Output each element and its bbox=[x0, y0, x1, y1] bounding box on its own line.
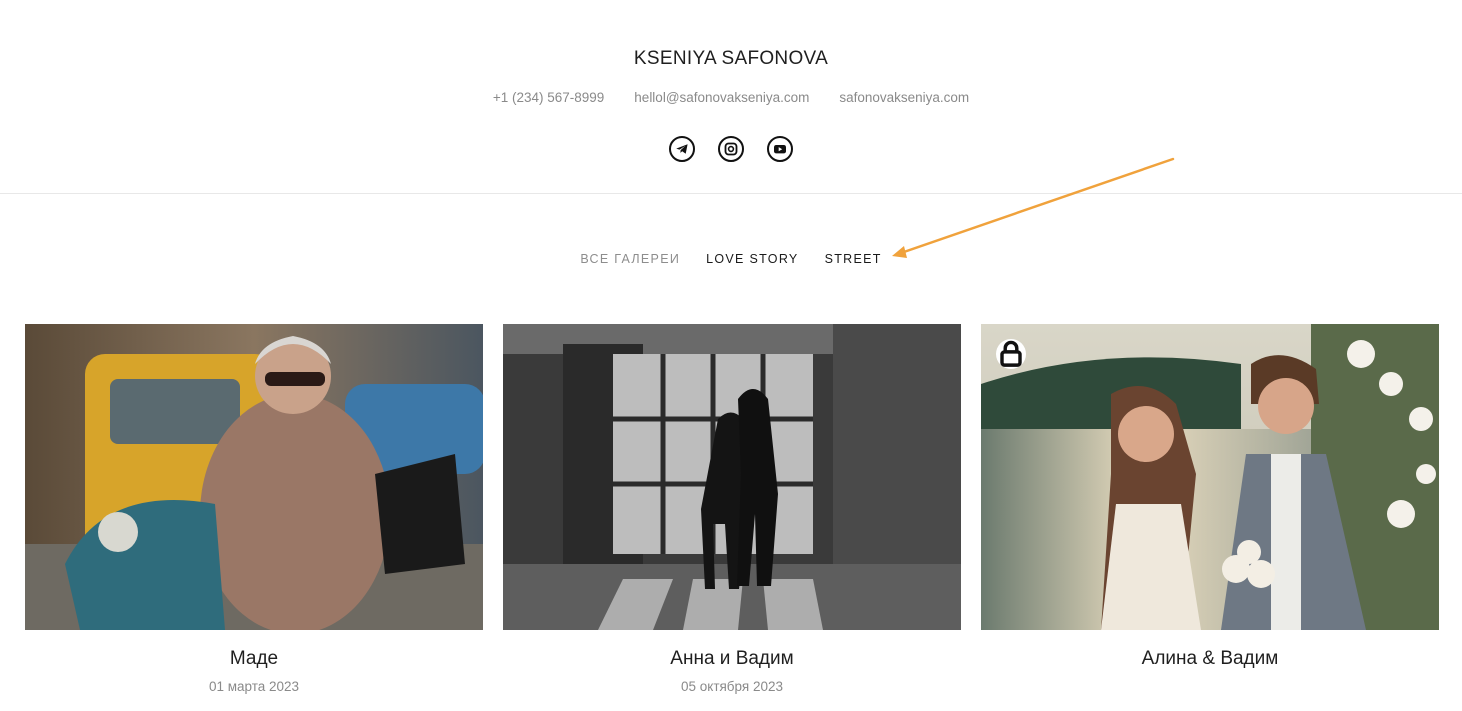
gallery-photo-wedding-lake[interactable] bbox=[981, 324, 1439, 630]
website-link[interactable]: safonovakseniya.com bbox=[839, 90, 969, 105]
filter-all-galleries[interactable]: ВСЕ ГАЛЕРЕИ bbox=[580, 252, 680, 266]
email-link[interactable]: hellol@safonovakseniya.com bbox=[634, 90, 809, 105]
social-links bbox=[0, 136, 1462, 162]
gallery-card[interactable]: Маде 01 марта 2023 bbox=[25, 324, 483, 694]
gallery-photo-scooter-woman[interactable] bbox=[25, 324, 483, 630]
gallery-date: 01 марта 2023 bbox=[208, 679, 300, 694]
gallery-card[interactable]: Анна и Вадим 05 октября 2023 bbox=[503, 324, 961, 694]
gallery-filters: ВСЕ ГАЛЕРЕИ LOVE STORY STREET bbox=[0, 252, 1462, 266]
phone-link[interactable]: +1 (234) 567-8999 bbox=[493, 90, 604, 105]
gallery-title[interactable]: Анна и Вадим bbox=[503, 648, 961, 670]
gallery-grid: Маде 01 марта 2023 Анна и Вадим 05 октяб… bbox=[25, 324, 1440, 694]
filter-love-story[interactable]: LOVE STORY bbox=[706, 252, 798, 266]
filter-street[interactable]: STREET bbox=[825, 252, 882, 266]
brand-name[interactable]: KSENIYA SAFONOVA bbox=[0, 48, 1462, 70]
site-header: KSENIYA SAFONOVA +1 (234) 567-8999 hello… bbox=[0, 0, 1462, 194]
gallery-date: 05 октября 2023 bbox=[680, 679, 783, 694]
telegram-icon[interactable] bbox=[669, 136, 695, 162]
gallery-card[interactable]: Алина & Вадим bbox=[981, 324, 1439, 694]
gallery-title[interactable]: Маде bbox=[25, 648, 483, 670]
lock-icon bbox=[996, 339, 1026, 369]
gallery-title[interactable]: Алина & Вадим bbox=[981, 648, 1439, 670]
instagram-icon[interactable] bbox=[718, 136, 744, 162]
gallery-photo-couple-window[interactable] bbox=[503, 324, 961, 630]
contact-info: +1 (234) 567-8999 hellol@safonovakseniya… bbox=[0, 90, 1462, 105]
youtube-icon[interactable] bbox=[767, 136, 793, 162]
